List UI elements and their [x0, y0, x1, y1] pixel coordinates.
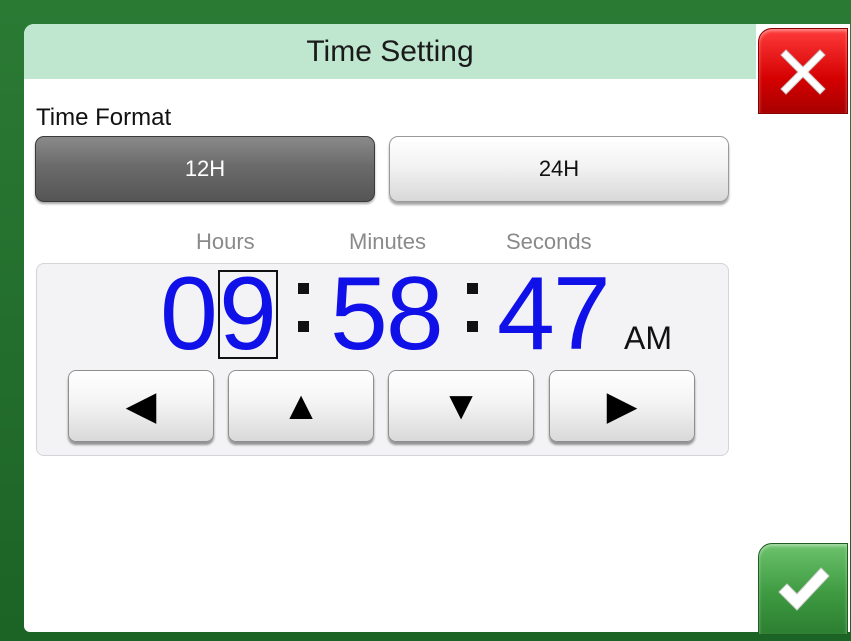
arrow-left-icon: ◀ — [125, 384, 157, 428]
arrow-down-icon: ▼ — [441, 383, 481, 428]
close-button[interactable] — [758, 28, 848, 114]
time-format-label: Time Format — [36, 104, 172, 131]
colon-dot — [467, 283, 478, 294]
close-icon — [780, 49, 826, 95]
am-pm-indicator: AM — [624, 320, 672, 356]
minutes-label: Minutes — [349, 229, 427, 254]
colon-dot — [467, 321, 478, 332]
colon-dot — [298, 283, 309, 294]
decrement-button[interactable]: ▼ — [388, 370, 534, 442]
increment-button[interactable]: ▲ — [228, 370, 374, 442]
seconds-digits[interactable]: 47 — [497, 262, 611, 366]
format-24h-button[interactable]: 24H — [389, 136, 729, 202]
seconds-label: Seconds — [506, 229, 592, 254]
dialog-title: Time Setting — [24, 24, 756, 79]
hours-label: Hours — [196, 229, 255, 254]
cursor-right-button[interactable]: ▶ — [549, 370, 695, 442]
arrow-up-icon: ▲ — [281, 383, 321, 428]
arrow-right-icon: ▶ — [606, 384, 638, 428]
minutes-digits[interactable]: 58 — [330, 262, 444, 366]
checkmark-icon — [778, 567, 830, 611]
hours-tens-digit[interactable]: 0 — [160, 262, 218, 366]
digit-cursor — [218, 270, 278, 359]
confirm-button[interactable] — [758, 543, 848, 635]
cursor-left-button[interactable]: ◀ — [68, 370, 214, 442]
colon-dot — [298, 321, 309, 332]
format-12h-button[interactable]: 12H — [35, 136, 375, 202]
